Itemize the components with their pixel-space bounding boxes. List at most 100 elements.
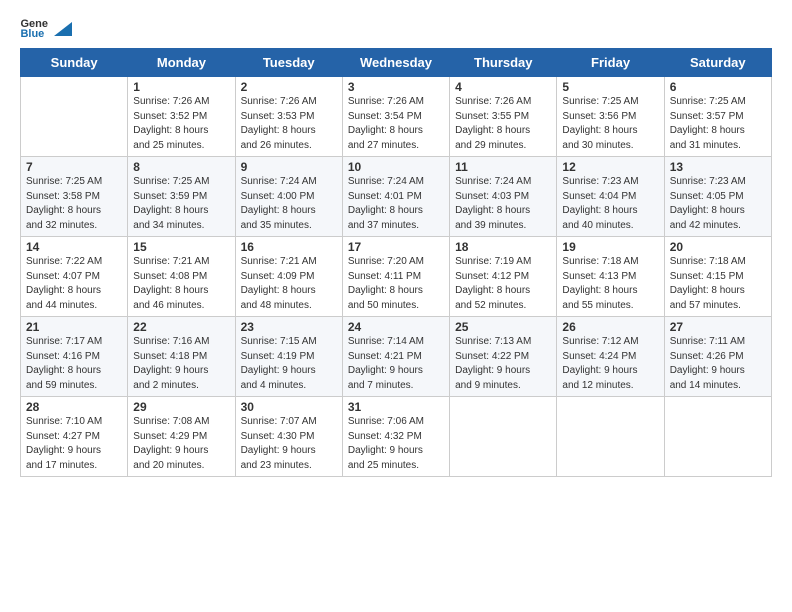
day-info: Sunrise: 7:16 AMSunset: 4:18 PMDaylight:… [133, 335, 229, 393]
day-number: 20 [670, 240, 766, 254]
day-info: Sunrise: 7:17 AMSunset: 4:16 PMDaylight:… [26, 335, 122, 393]
calendar-cell [664, 397, 771, 477]
day-info: Sunrise: 7:12 AMSunset: 4:24 PMDaylight:… [562, 335, 658, 393]
day-number: 29 [133, 400, 229, 414]
day-number: 31 [348, 400, 444, 414]
week-row-5: 28Sunrise: 7:10 AMSunset: 4:27 PMDayligh… [21, 397, 772, 477]
logo-triangle-icon [54, 22, 72, 36]
day-info: Sunrise: 7:26 AMSunset: 3:55 PMDaylight:… [455, 95, 551, 153]
calendar-cell: 3Sunrise: 7:26 AMSunset: 3:54 PMDaylight… [342, 77, 449, 157]
day-number: 27 [670, 320, 766, 334]
week-row-3: 14Sunrise: 7:22 AMSunset: 4:07 PMDayligh… [21, 237, 772, 317]
day-info: Sunrise: 7:25 AMSunset: 3:56 PMDaylight:… [562, 95, 658, 153]
day-number: 3 [348, 80, 444, 94]
day-number: 4 [455, 80, 551, 94]
day-info: Sunrise: 7:25 AMSunset: 3:57 PMDaylight:… [670, 95, 766, 153]
calendar-cell: 9Sunrise: 7:24 AMSunset: 4:00 PMDaylight… [235, 157, 342, 237]
calendar-cell: 12Sunrise: 7:23 AMSunset: 4:04 PMDayligh… [557, 157, 664, 237]
calendar-cell: 31Sunrise: 7:06 AMSunset: 4:32 PMDayligh… [342, 397, 449, 477]
calendar-cell: 22Sunrise: 7:16 AMSunset: 4:18 PMDayligh… [128, 317, 235, 397]
calendar-header-row: SundayMondayTuesdayWednesdayThursdayFrid… [21, 49, 772, 77]
day-number: 7 [26, 160, 122, 174]
day-info: Sunrise: 7:15 AMSunset: 4:19 PMDaylight:… [241, 335, 337, 393]
day-number: 13 [670, 160, 766, 174]
calendar-cell: 11Sunrise: 7:24 AMSunset: 4:03 PMDayligh… [450, 157, 557, 237]
column-header-friday: Friday [557, 49, 664, 77]
day-info: Sunrise: 7:20 AMSunset: 4:11 PMDaylight:… [348, 255, 444, 313]
calendar-cell: 28Sunrise: 7:10 AMSunset: 4:27 PMDayligh… [21, 397, 128, 477]
calendar-cell: 4Sunrise: 7:26 AMSunset: 3:55 PMDaylight… [450, 77, 557, 157]
day-number: 8 [133, 160, 229, 174]
week-row-1: 1Sunrise: 7:26 AMSunset: 3:52 PMDaylight… [21, 77, 772, 157]
day-number: 19 [562, 240, 658, 254]
day-info: Sunrise: 7:22 AMSunset: 4:07 PMDaylight:… [26, 255, 122, 313]
calendar-cell: 14Sunrise: 7:22 AMSunset: 4:07 PMDayligh… [21, 237, 128, 317]
day-info: Sunrise: 7:24 AMSunset: 4:00 PMDaylight:… [241, 175, 337, 233]
day-info: Sunrise: 7:14 AMSunset: 4:21 PMDaylight:… [348, 335, 444, 393]
calendar-cell: 16Sunrise: 7:21 AMSunset: 4:09 PMDayligh… [235, 237, 342, 317]
column-header-thursday: Thursday [450, 49, 557, 77]
column-header-sunday: Sunday [21, 49, 128, 77]
calendar-cell: 15Sunrise: 7:21 AMSunset: 4:08 PMDayligh… [128, 237, 235, 317]
day-info: Sunrise: 7:26 AMSunset: 3:53 PMDaylight:… [241, 95, 337, 153]
page-header: General Blue [20, 16, 772, 38]
column-header-monday: Monday [128, 49, 235, 77]
day-info: Sunrise: 7:18 AMSunset: 4:15 PMDaylight:… [670, 255, 766, 313]
day-info: Sunrise: 7:23 AMSunset: 4:04 PMDaylight:… [562, 175, 658, 233]
day-number: 6 [670, 80, 766, 94]
day-info: Sunrise: 7:11 AMSunset: 4:26 PMDaylight:… [670, 335, 766, 393]
day-info: Sunrise: 7:18 AMSunset: 4:13 PMDaylight:… [562, 255, 658, 313]
day-info: Sunrise: 7:21 AMSunset: 4:08 PMDaylight:… [133, 255, 229, 313]
day-number: 25 [455, 320, 551, 334]
day-info: Sunrise: 7:13 AMSunset: 4:22 PMDaylight:… [455, 335, 551, 393]
day-number: 22 [133, 320, 229, 334]
day-info: Sunrise: 7:08 AMSunset: 4:29 PMDaylight:… [133, 415, 229, 473]
calendar-cell: 18Sunrise: 7:19 AMSunset: 4:12 PMDayligh… [450, 237, 557, 317]
day-info: Sunrise: 7:19 AMSunset: 4:12 PMDaylight:… [455, 255, 551, 313]
calendar-cell: 23Sunrise: 7:15 AMSunset: 4:19 PMDayligh… [235, 317, 342, 397]
calendar-cell: 10Sunrise: 7:24 AMSunset: 4:01 PMDayligh… [342, 157, 449, 237]
calendar-cell: 24Sunrise: 7:14 AMSunset: 4:21 PMDayligh… [342, 317, 449, 397]
day-number: 5 [562, 80, 658, 94]
calendar-cell: 8Sunrise: 7:25 AMSunset: 3:59 PMDaylight… [128, 157, 235, 237]
logo: General Blue [20, 16, 72, 38]
calendar-cell: 20Sunrise: 7:18 AMSunset: 4:15 PMDayligh… [664, 237, 771, 317]
week-row-2: 7Sunrise: 7:25 AMSunset: 3:58 PMDaylight… [21, 157, 772, 237]
day-number: 2 [241, 80, 337, 94]
day-info: Sunrise: 7:25 AMSunset: 3:59 PMDaylight:… [133, 175, 229, 233]
svg-text:Blue: Blue [20, 28, 44, 38]
day-number: 23 [241, 320, 337, 334]
calendar-cell: 6Sunrise: 7:25 AMSunset: 3:57 PMDaylight… [664, 77, 771, 157]
day-info: Sunrise: 7:26 AMSunset: 3:54 PMDaylight:… [348, 95, 444, 153]
day-number: 17 [348, 240, 444, 254]
logo-icon: General Blue [20, 16, 48, 38]
calendar-table: SundayMondayTuesdayWednesdayThursdayFrid… [20, 48, 772, 477]
day-number: 11 [455, 160, 551, 174]
day-number: 26 [562, 320, 658, 334]
calendar-cell: 7Sunrise: 7:25 AMSunset: 3:58 PMDaylight… [21, 157, 128, 237]
column-header-saturday: Saturday [664, 49, 771, 77]
calendar-cell: 17Sunrise: 7:20 AMSunset: 4:11 PMDayligh… [342, 237, 449, 317]
day-number: 10 [348, 160, 444, 174]
calendar-cell: 26Sunrise: 7:12 AMSunset: 4:24 PMDayligh… [557, 317, 664, 397]
day-number: 30 [241, 400, 337, 414]
day-info: Sunrise: 7:10 AMSunset: 4:27 PMDaylight:… [26, 415, 122, 473]
day-number: 16 [241, 240, 337, 254]
calendar-cell: 27Sunrise: 7:11 AMSunset: 4:26 PMDayligh… [664, 317, 771, 397]
calendar-cell: 19Sunrise: 7:18 AMSunset: 4:13 PMDayligh… [557, 237, 664, 317]
day-info: Sunrise: 7:24 AMSunset: 4:03 PMDaylight:… [455, 175, 551, 233]
day-info: Sunrise: 7:23 AMSunset: 4:05 PMDaylight:… [670, 175, 766, 233]
day-info: Sunrise: 7:07 AMSunset: 4:30 PMDaylight:… [241, 415, 337, 473]
day-number: 1 [133, 80, 229, 94]
day-info: Sunrise: 7:06 AMSunset: 4:32 PMDaylight:… [348, 415, 444, 473]
day-number: 28 [26, 400, 122, 414]
day-info: Sunrise: 7:24 AMSunset: 4:01 PMDaylight:… [348, 175, 444, 233]
calendar-cell: 1Sunrise: 7:26 AMSunset: 3:52 PMDaylight… [128, 77, 235, 157]
calendar-cell [21, 77, 128, 157]
calendar-cell: 25Sunrise: 7:13 AMSunset: 4:22 PMDayligh… [450, 317, 557, 397]
day-number: 9 [241, 160, 337, 174]
calendar-cell: 29Sunrise: 7:08 AMSunset: 4:29 PMDayligh… [128, 397, 235, 477]
calendar-cell [450, 397, 557, 477]
column-header-wednesday: Wednesday [342, 49, 449, 77]
calendar-cell: 5Sunrise: 7:25 AMSunset: 3:56 PMDaylight… [557, 77, 664, 157]
